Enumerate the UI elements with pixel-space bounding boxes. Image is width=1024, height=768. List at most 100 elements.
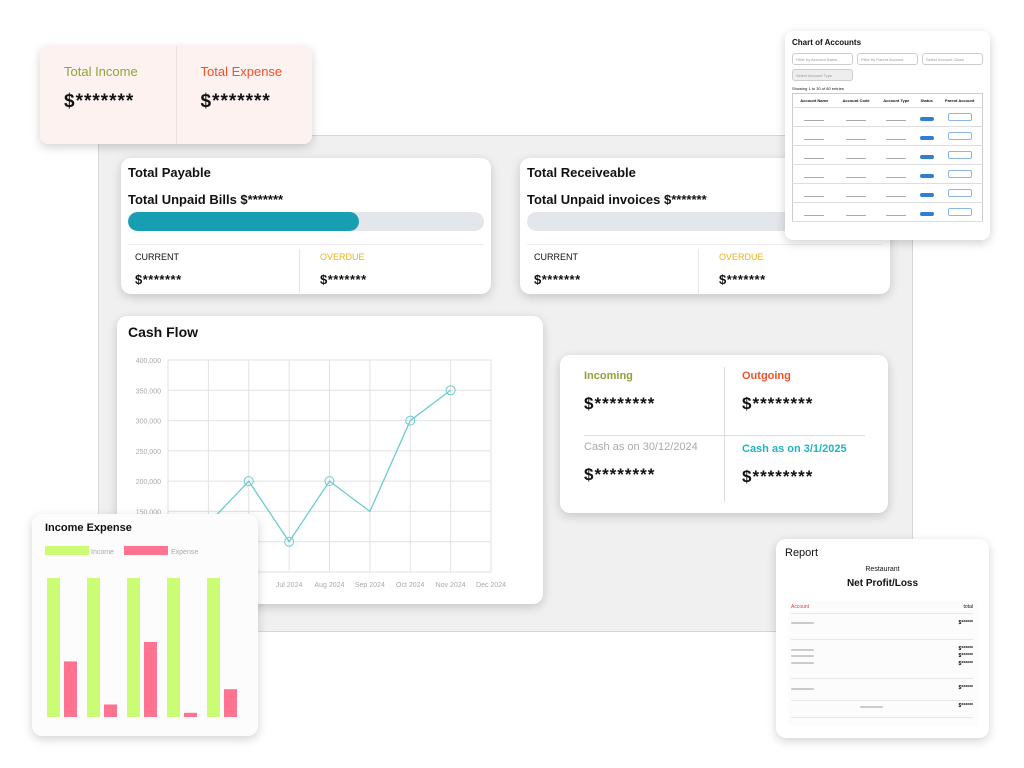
- legend-swatch-expense: [124, 546, 168, 555]
- amount: $******: [958, 653, 973, 659]
- income-expense-chart: Income Expense: [45, 546, 237, 717]
- total-income-section: Total Income $*******: [40, 46, 176, 144]
- status-cell: [916, 164, 938, 184]
- table-row[interactable]: [792, 183, 983, 203]
- select-account-class-dropdown[interactable]: Select Account Class: [922, 53, 983, 65]
- parent-account-input[interactable]: [947, 151, 972, 159]
- income-expense-summary-card: Total Income $******* Total Expense $***…: [40, 46, 312, 144]
- status-toggle[interactable]: [919, 212, 934, 216]
- column-header[interactable]: Account Type: [876, 93, 917, 108]
- outgoing-label: Outgoing: [742, 370, 791, 382]
- cash-future-section: Cash as on 3/1/2025 $********: [742, 443, 847, 487]
- overdue-section: OVERDUE $*******: [698, 249, 883, 295]
- card-title: Total Payable: [128, 165, 211, 180]
- income-bar: [167, 578, 180, 717]
- placeholder-line: [791, 655, 814, 657]
- amount: $******: [958, 646, 973, 652]
- parent-account-cell: [937, 183, 983, 203]
- total-expense-section: Total Expense $*******: [175, 46, 313, 144]
- current-value: $*******: [534, 272, 581, 287]
- status-cell: [916, 126, 938, 146]
- income-expense-chart-card: Income Expense Income Expense: [32, 514, 258, 736]
- placeholder-line: [791, 622, 814, 624]
- amount: $******: [958, 703, 973, 709]
- row-divider: [791, 639, 973, 640]
- incoming-label: Incoming: [584, 370, 633, 382]
- row-divider: [791, 613, 973, 614]
- incoming-section: Incoming $********: [584, 370, 655, 414]
- overdue-label: OVERDUE: [719, 252, 764, 262]
- parent-account-input[interactable]: [947, 208, 972, 216]
- account-code-cell: [835, 202, 877, 222]
- total-payable-card[interactable]: Total Payable Total Unpaid Bills $******…: [121, 158, 491, 295]
- status-toggle[interactable]: [919, 174, 934, 178]
- parent-account-input[interactable]: [947, 132, 972, 140]
- filter-account-name-input[interactable]: Filter by Account Name..: [792, 53, 853, 65]
- table-row[interactable]: [792, 107, 983, 127]
- income-bar: [127, 578, 140, 717]
- cash-future-label: Cash as on 3/1/2025: [742, 443, 847, 455]
- placeholder-line: [860, 706, 883, 708]
- payable-progress-fill: [128, 212, 360, 231]
- report-table: Account total $****** $****** $****** $*…: [788, 601, 978, 726]
- parent-account-cell: [937, 126, 983, 146]
- account-code-cell: [835, 126, 877, 146]
- report-heading: Net Profit/Loss: [846, 578, 919, 589]
- overdue-label: OVERDUE: [320, 252, 365, 262]
- cash-past-label: Cash as on 30/12/2024: [584, 441, 698, 453]
- report-card: Report Restaurant Net Profit/Loss Accoun…: [776, 539, 989, 738]
- divider-horizontal: [584, 435, 865, 436]
- amount: $******: [958, 685, 973, 691]
- overdue-section: OVERDUE $*******: [299, 249, 484, 295]
- status-cell: [916, 183, 938, 203]
- account-type-cell: [876, 164, 917, 184]
- expense-bar: [144, 641, 157, 717]
- income-bar: [207, 578, 220, 717]
- column-header[interactable]: Parent Account: [937, 93, 983, 108]
- account-name-cell: [792, 145, 836, 165]
- table-row[interactable]: [792, 164, 983, 184]
- x-tick-label: Sep 2024: [355, 582, 385, 589]
- account-name-cell: [792, 107, 836, 127]
- y-tick-label: 300,000: [136, 419, 161, 426]
- parent-account-cell: [937, 107, 983, 127]
- parent-account-input[interactable]: [947, 189, 972, 197]
- payable-progress-bar: [128, 212, 484, 231]
- current-value: $*******: [135, 272, 182, 287]
- status-toggle[interactable]: [919, 117, 934, 121]
- account-name-cell: [792, 202, 836, 222]
- expense-bar: [104, 704, 117, 717]
- column-header[interactable]: Account Name: [792, 93, 836, 108]
- account-code-cell: [835, 183, 877, 203]
- cash-past-section: Cash as on 30/12/2024 $********: [584, 441, 698, 485]
- current-label: CURRENT: [135, 252, 179, 262]
- account-type-cell: [876, 202, 917, 222]
- account-code-cell: [835, 145, 877, 165]
- status-toggle[interactable]: [919, 136, 934, 140]
- account-type-cell: [876, 126, 917, 146]
- parent-account-cell: [937, 202, 983, 222]
- account-code-cell: [835, 164, 877, 184]
- select-account-type-dropdown[interactable]: Select Account Type: [792, 69, 853, 81]
- y-tick-label: 200,000: [136, 479, 161, 486]
- table-row[interactable]: [792, 145, 983, 165]
- filter-parent-account-input[interactable]: Filter by Parent Account: [857, 53, 918, 65]
- cash-future-value: $********: [742, 467, 814, 486]
- x-tick-label: Dec 2024: [476, 582, 506, 589]
- column-header[interactable]: Status: [916, 93, 938, 108]
- parent-account-cell: [937, 145, 983, 165]
- table-row[interactable]: [792, 126, 983, 146]
- placeholder-line: [791, 662, 814, 664]
- expense-bar: [184, 712, 197, 717]
- total-income-label: Total Income: [64, 64, 138, 79]
- table-row[interactable]: [792, 202, 983, 222]
- status-toggle[interactable]: [919, 193, 934, 197]
- total-expense-label: Total Expense: [200, 64, 283, 79]
- amount: $******: [958, 661, 973, 667]
- report-title: Report: [785, 547, 819, 559]
- legend-swatch-income: [45, 546, 89, 555]
- column-header[interactable]: Account Code: [835, 93, 877, 108]
- parent-account-input[interactable]: [947, 113, 972, 121]
- status-toggle[interactable]: [919, 155, 934, 159]
- parent-account-input[interactable]: [947, 170, 972, 178]
